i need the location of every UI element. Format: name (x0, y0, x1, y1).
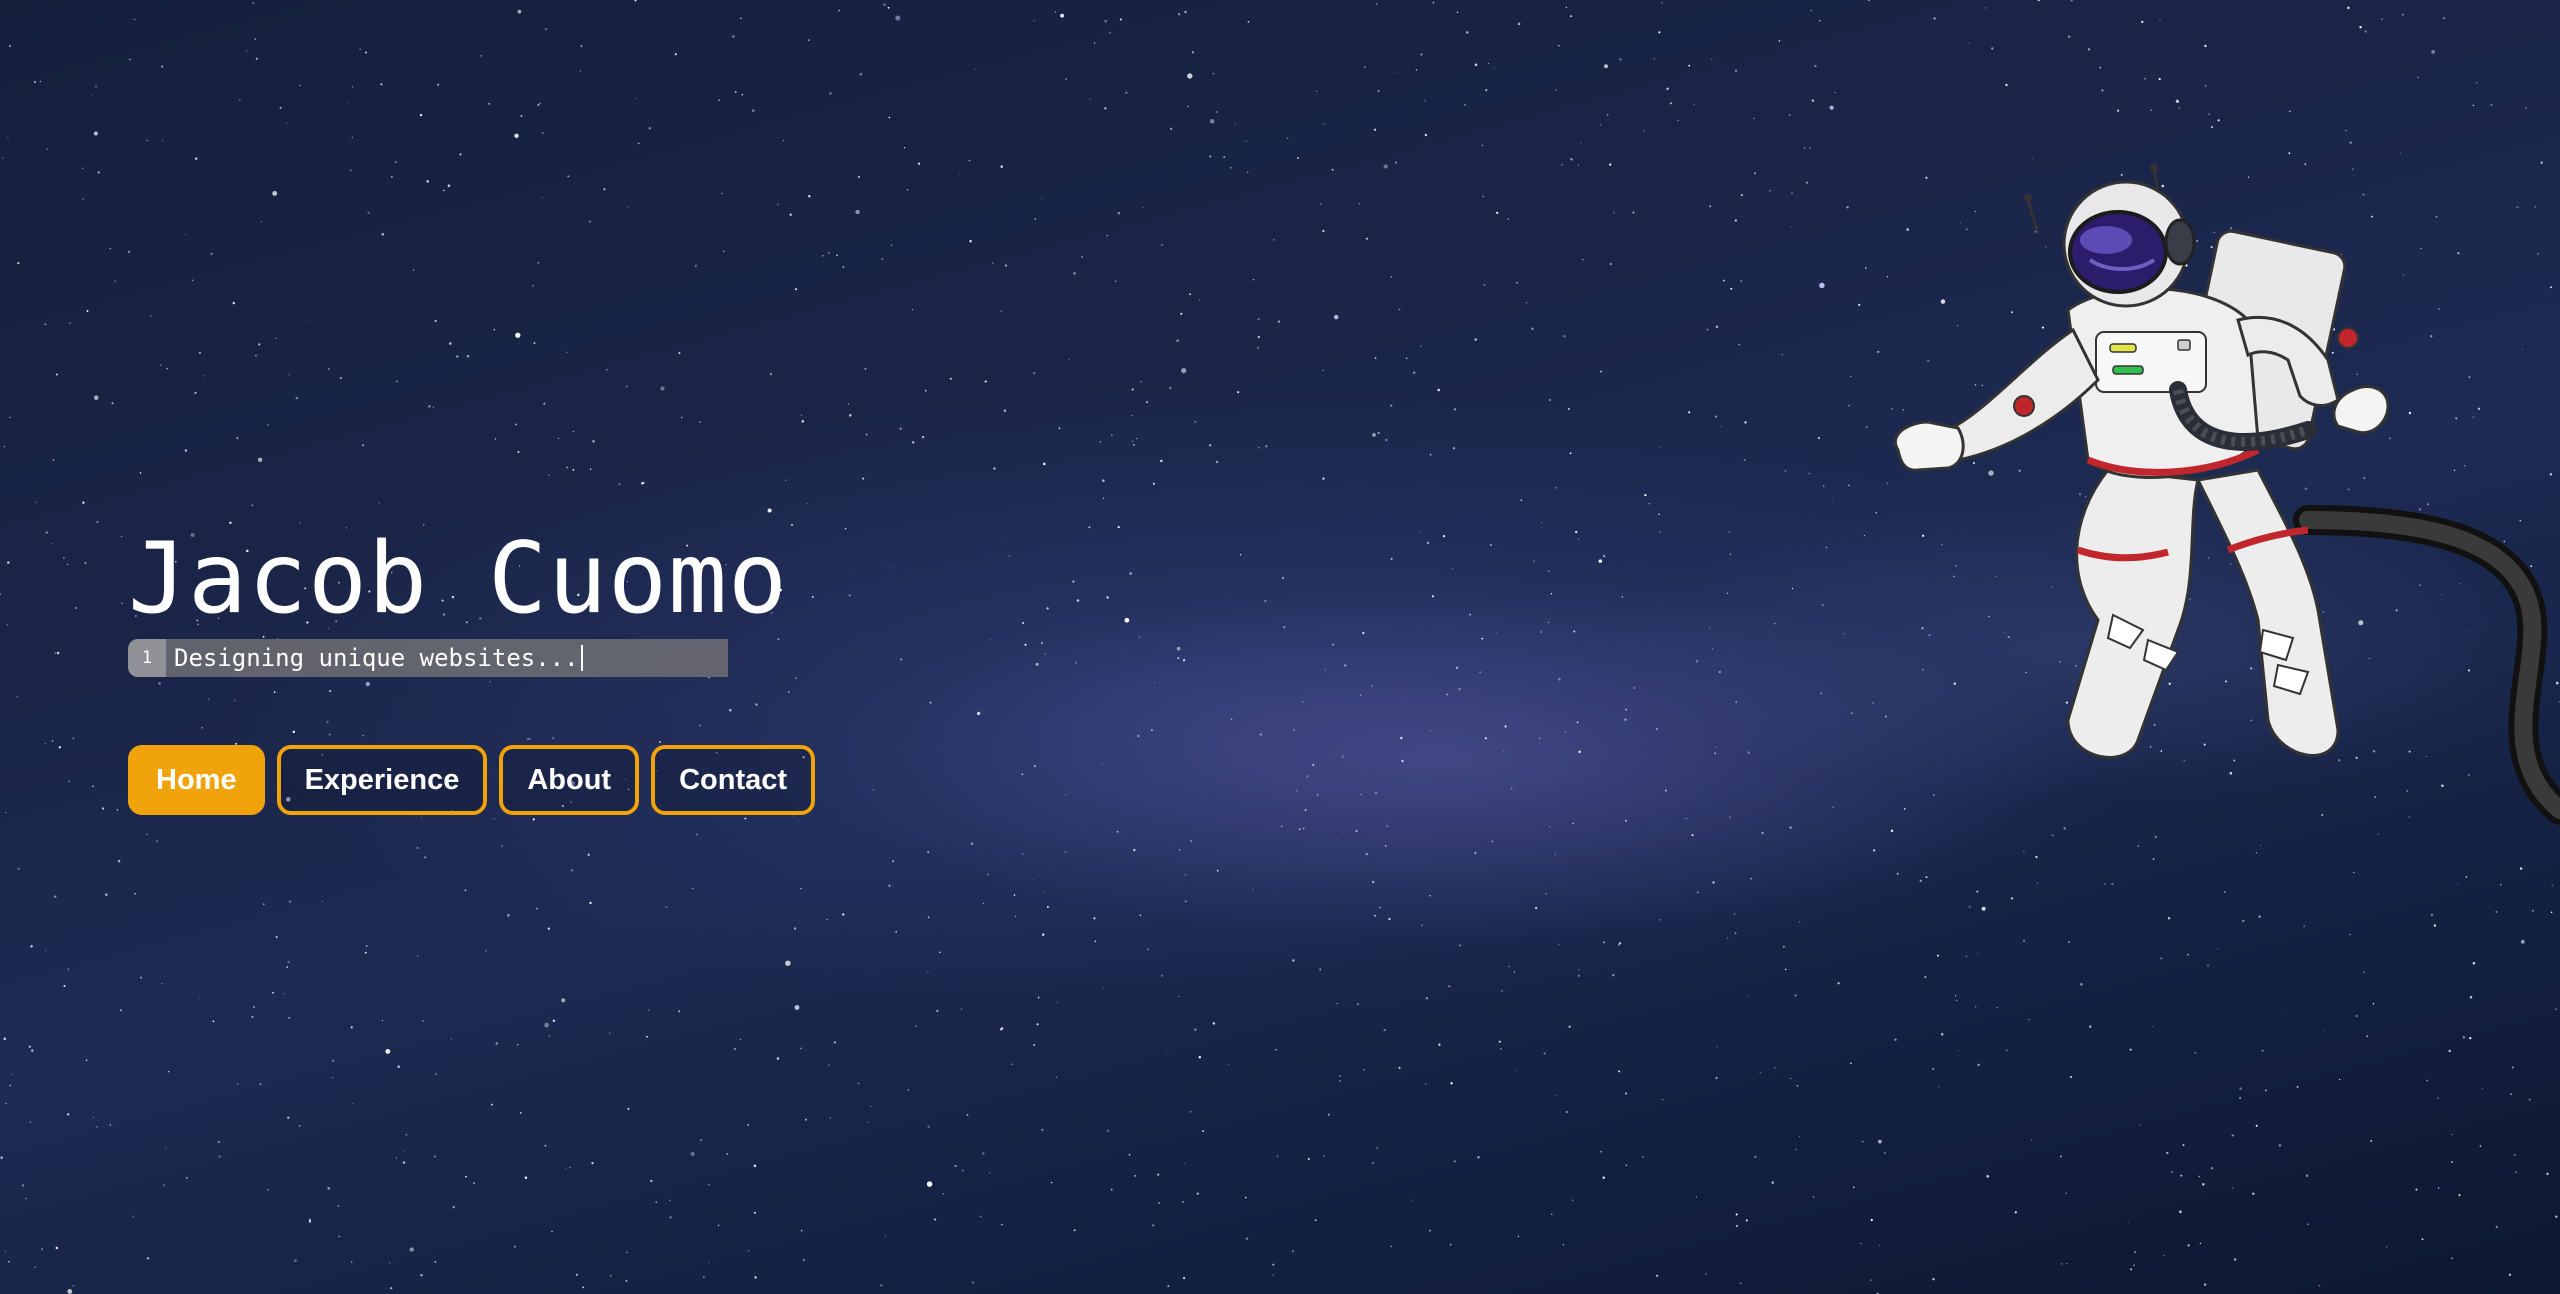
typed-tagline: Designing unique websites... (166, 639, 583, 677)
nav-experience-button[interactable]: Experience (276, 745, 488, 815)
tagline-text: Designing unique websites... (174, 644, 579, 672)
astronaut-illustration (1894, 164, 2560, 825)
typewriter-line: 1 Designing unique websites... (128, 639, 728, 677)
page-title: Jacob Cuomo (128, 522, 789, 636)
hero: Jacob Cuomo (128, 520, 788, 638)
main-nav: Home Experience About Contact (128, 745, 816, 815)
text-cursor (580, 645, 583, 671)
line-number: 1 (128, 639, 166, 677)
home-page: Jacob Cuomo 1 Designing unique websites.… (0, 0, 2560, 1294)
nav-contact-button[interactable]: Contact (651, 745, 816, 815)
nav-home-button[interactable]: Home (128, 745, 265, 815)
nav-about-button[interactable]: About (499, 745, 640, 815)
